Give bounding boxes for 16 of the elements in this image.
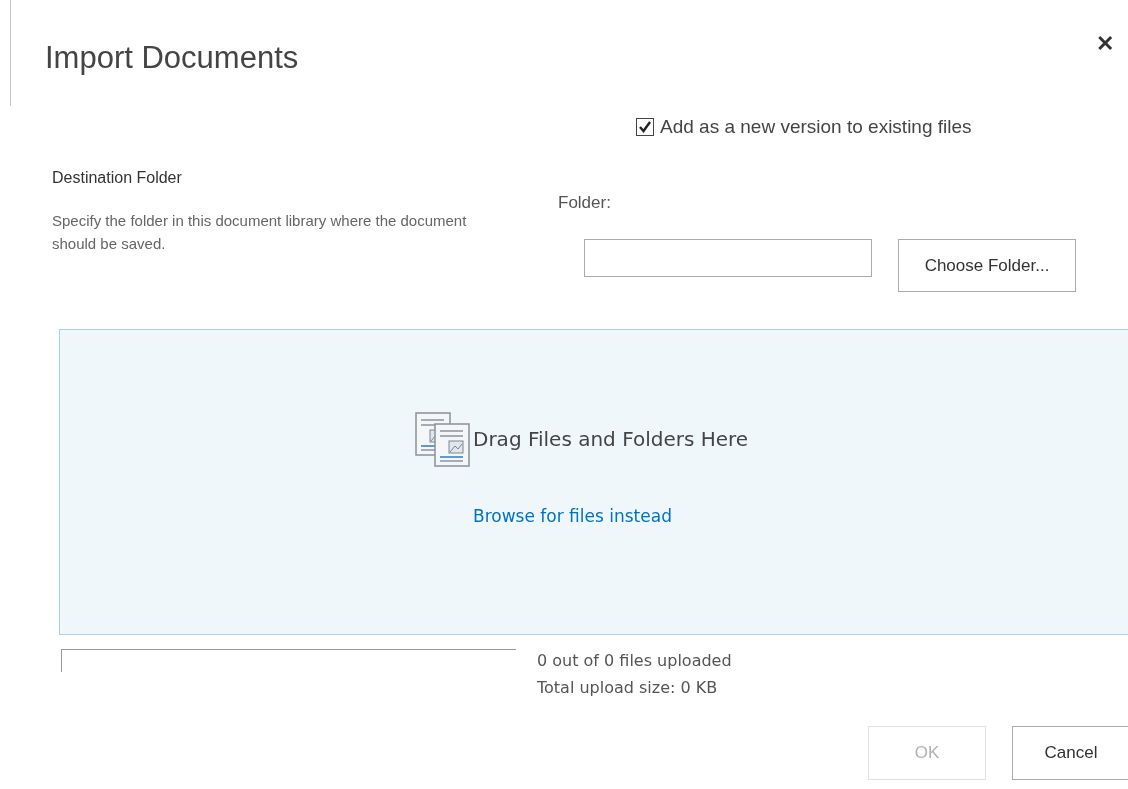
documents-icon xyxy=(415,412,471,468)
drop-zone-text: Drag Files and Folders Here xyxy=(473,426,749,453)
drop-zone[interactable]: Drag Files and Folders Here Browse for files instead xyxy=(59,329,1128,635)
choose-folder-button[interactable]: Choose Folder... xyxy=(898,239,1076,292)
size-status: Total upload size: 0 KB xyxy=(537,677,719,699)
version-checkbox[interactable] xyxy=(636,118,654,137)
section-description: Specify the folder in this document library where the document should be saved. xyxy=(52,210,468,254)
close-button[interactable]: ✕ xyxy=(1096,30,1114,58)
folder-field[interactable] xyxy=(584,239,872,277)
browse-link[interactable]: Browse for files instead xyxy=(473,504,672,530)
folder-label: Folder: xyxy=(558,191,612,214)
dialog-button[interactable]: Cancel xyxy=(1012,726,1128,780)
section-heading: Destination Folder xyxy=(52,167,183,188)
dialog-title: Import Documents xyxy=(45,39,299,77)
files-status: 0 out of 0 files uploaded xyxy=(537,650,732,672)
version-label: Add as a new version to existing files xyxy=(660,115,972,139)
